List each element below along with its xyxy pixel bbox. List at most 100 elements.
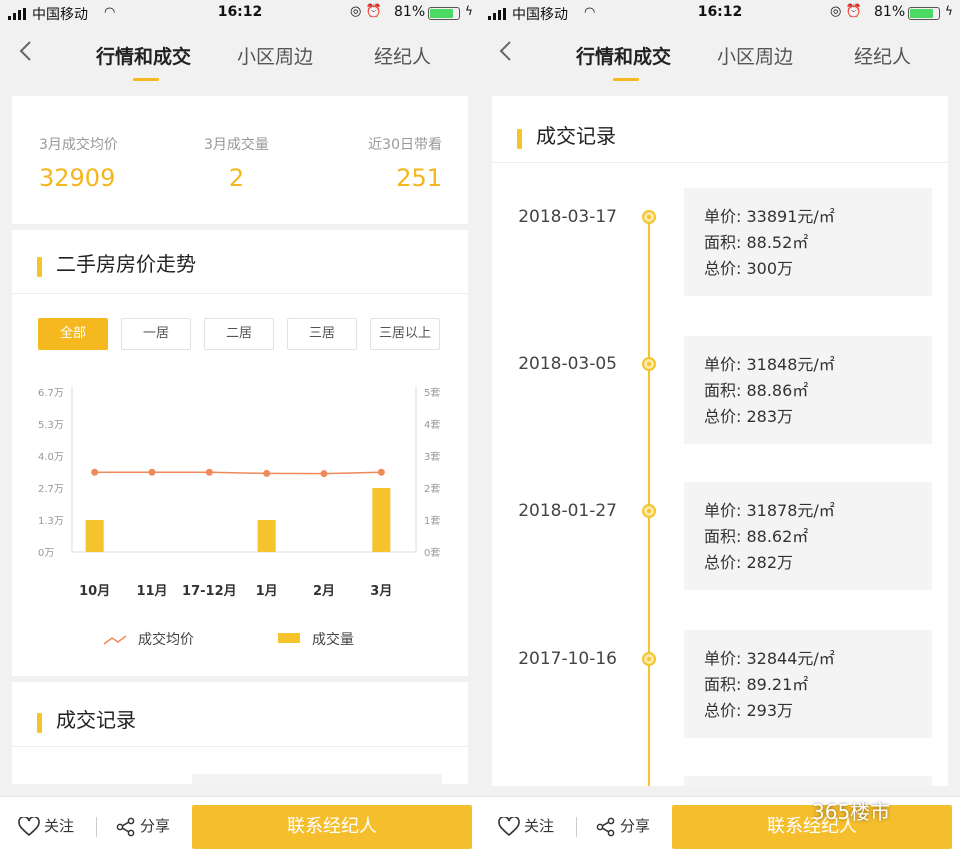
record-area: 面积: 88.86㎡ [704, 381, 809, 400]
filter-one-room[interactable]: 一居 [121, 318, 191, 350]
y-right-tick-label: 4套 [424, 418, 440, 431]
y-left-tick-label: 2.7万 [38, 484, 64, 495]
legend-bar-icon [278, 633, 300, 643]
top-nav: 行情和成交 小区周边 经纪人 [480, 26, 960, 84]
back-icon[interactable] [498, 40, 512, 62]
y-left-tick-label: 4.0万 [38, 452, 64, 463]
avg-price-point [91, 468, 99, 476]
share-icon [596, 817, 615, 836]
tab-surroundings[interactable]: 小区周边 [717, 42, 793, 69]
volume-bar [257, 520, 276, 552]
tab-surroundings[interactable]: 小区周边 [237, 42, 313, 69]
status-bar: 中国移动 ◠ 16:12 ◎ ⏰ 81% ϟ [0, 0, 480, 26]
alarm-icon: ◎ ⏰ [830, 4, 862, 19]
share-label: 分享 [140, 817, 171, 835]
record-total-price: 总价: 300万 [704, 259, 794, 278]
records-title: 成交记录 [536, 124, 616, 148]
stat-avg-price: 3月成交均价 32909 [39, 134, 118, 192]
record-details: 单价: 31848元/㎡ 面积: 88.86㎡ 总价: 283万 [684, 336, 932, 444]
record-date: 2018-03-17 [518, 207, 617, 227]
left-screen: 中国移动 ◠ 16:12 ◎ ⏰ 81% ϟ 行情和成交 小区周边 经纪人 3月… [0, 0, 480, 853]
heart-icon [18, 815, 40, 836]
avg-price-point [320, 470, 328, 478]
timeline-dot [642, 652, 656, 666]
section-marker [37, 256, 42, 277]
follow-button[interactable]: 关注 [498, 815, 554, 837]
tab-market[interactable]: 行情和成交 [576, 42, 671, 69]
trend-header: 二手房房价走势 [37, 248, 196, 277]
battery-percent: 81% [874, 4, 906, 20]
follow-button[interactable]: 关注 [18, 815, 74, 837]
share-label: 分享 [620, 817, 651, 835]
timeline-dot [642, 210, 656, 224]
divider [12, 293, 468, 294]
timeline-dot [642, 357, 656, 371]
y-right-tick-label: 1套 [424, 514, 440, 527]
avg-price-line [94, 471, 382, 475]
filter-three-room[interactable]: 三居 [287, 318, 357, 350]
records-title: 成交记录 [56, 708, 136, 732]
filter-three-plus[interactable]: 三居以上 [370, 318, 440, 350]
back-icon[interactable] [18, 40, 32, 62]
records-header: 成交记录 [517, 120, 616, 149]
record-details: 单价: 32844元/㎡ 面积: 89.21㎡ 总价: 293万 [684, 630, 932, 738]
tab-agents[interactable]: 经纪人 [854, 42, 911, 69]
battery-percent: 81% [394, 4, 426, 20]
record-area: 面积: 88.52㎡ [704, 233, 809, 252]
divider [96, 817, 97, 837]
bottom-bar: 关注 分享 联系经纪人 [0, 796, 480, 853]
charging-icon: ϟ [945, 4, 953, 18]
avg-price-point [148, 468, 156, 476]
record-details: 单价: 31878元/㎡ 面积: 88.62㎡ 总价: 282万 [684, 482, 932, 590]
volume-bar [372, 488, 391, 552]
record-area: 面积: 88.62㎡ [704, 527, 809, 546]
filter-two-room[interactable]: 二居 [204, 318, 274, 350]
records-header: 成交记录 [37, 704, 136, 733]
share-button[interactable]: 分享 [116, 815, 170, 837]
filter-all[interactable]: 全部 [38, 318, 108, 350]
y-right-tick-label: 3套 [424, 450, 440, 463]
tab-indicator [133, 78, 159, 81]
record-unit-price: 单价: 33891元/㎡ [704, 207, 835, 226]
record-total-price: 总价: 293万 [704, 701, 794, 720]
share-button[interactable]: 分享 [596, 815, 650, 837]
volume-bar [85, 520, 104, 552]
y-left-tick-label: 5.3万 [38, 420, 64, 431]
divider [576, 817, 577, 837]
x-tick-label: 17-12月 [182, 584, 237, 599]
stats-card: 3月成交均价 32909 3月成交量 2 近30日带看 251 [12, 96, 468, 224]
watermark: 365楼市 [812, 800, 891, 824]
stat-volume: 3月成交量 2 [204, 134, 269, 192]
legend-label: 成交均价 [138, 631, 194, 648]
tab-market[interactable]: 行情和成交 [96, 42, 191, 69]
y-left-tick-label: 1.3万 [38, 516, 64, 527]
heart-icon [498, 815, 520, 836]
tab-indicator [613, 78, 639, 81]
avg-price-point [205, 468, 213, 476]
record-total-price: 总价: 282万 [704, 553, 794, 572]
record-unit-price: 单价: 31878元/㎡ [704, 501, 835, 520]
section-marker [517, 128, 522, 149]
y-left-tick-label: 6.7万 [38, 388, 64, 399]
avg-price-point [377, 468, 385, 476]
stat-viewings: 近30日带看 251 [368, 134, 442, 192]
legend-label: 成交量 [312, 631, 354, 648]
record-box-partial [192, 774, 442, 784]
y-right-tick-label: 5套 [424, 386, 440, 399]
stat-value: 251 [396, 164, 442, 192]
battery-icon [428, 7, 460, 20]
trend-title: 二手房房价走势 [56, 252, 196, 276]
records-card: 成交记录 [12, 682, 468, 784]
price-trend-chart: 0万 1.3万 2.7万 4.0万 5.3万 6.7万 0套 1套 2套 3套 4套 5套 10月 11月… [38, 386, 440, 648]
charging-icon: ϟ [465, 4, 473, 18]
timeline-dot [642, 504, 656, 518]
y-left-tick-label: 0万 [38, 548, 54, 559]
x-tick-label: 3月 [370, 584, 392, 599]
record-unit-price: 单价: 31848元/㎡ [704, 355, 835, 374]
record-details: 单价: 33891元/㎡ 面积: 88.52㎡ 总价: 300万 [684, 188, 932, 296]
contact-agent-button[interactable]: 联系经纪人 [192, 805, 472, 849]
tab-agents[interactable]: 经纪人 [374, 42, 431, 69]
record-unit-price: 单价: 32844元/㎡ [704, 649, 835, 668]
x-tick-label: 11月 [136, 584, 167, 599]
legend-line-icon [103, 635, 127, 645]
